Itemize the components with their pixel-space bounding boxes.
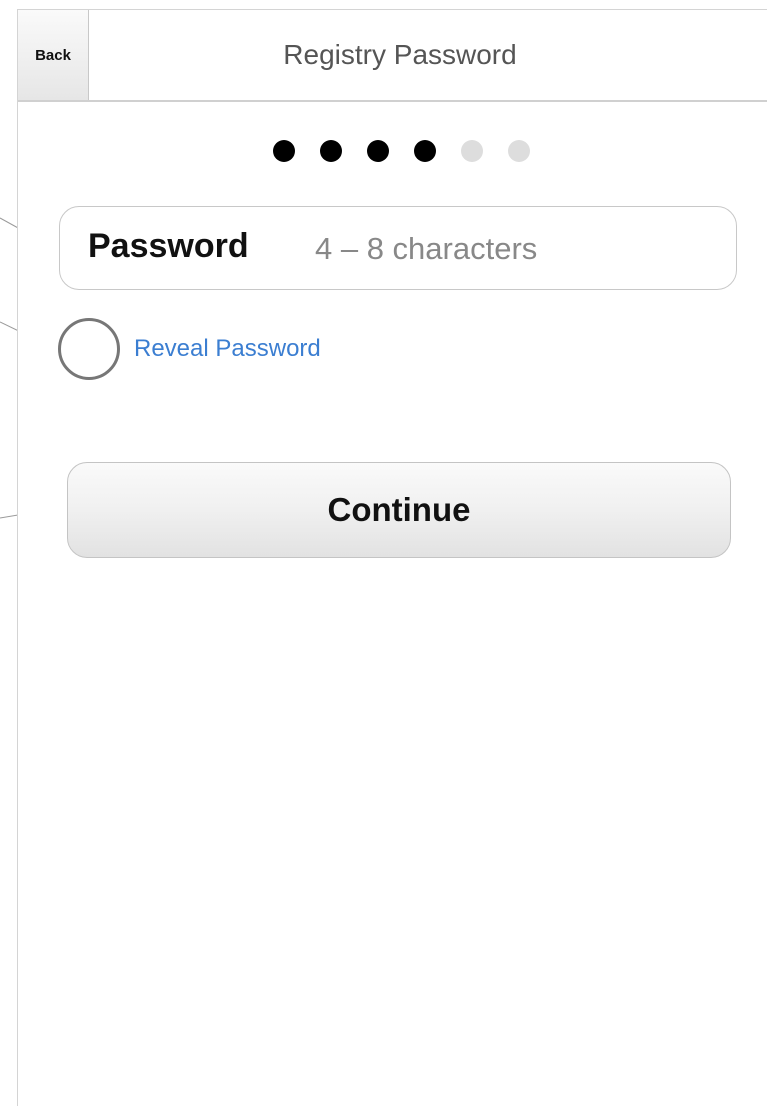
password-input[interactable] bbox=[315, 225, 695, 273]
progress-dot-complete bbox=[367, 140, 389, 162]
progress-dot-incomplete bbox=[508, 140, 530, 162]
progress-dot-complete bbox=[414, 140, 436, 162]
password-label: Password bbox=[88, 227, 249, 265]
phone-screen: Back Registry Password Password Reveal P… bbox=[17, 9, 767, 1106]
progress-dot-complete bbox=[273, 140, 295, 162]
password-field[interactable]: Password bbox=[59, 206, 737, 290]
navigation-bar: Back Registry Password bbox=[18, 10, 767, 102]
progress-dot-complete bbox=[320, 140, 342, 162]
reveal-password-label[interactable]: Reveal Password bbox=[134, 335, 321, 363]
progress-dot-incomplete bbox=[461, 140, 483, 162]
continue-button[interactable]: Continue bbox=[67, 462, 731, 558]
reveal-password-toggle[interactable] bbox=[58, 318, 120, 380]
step-progress-dots bbox=[273, 140, 530, 162]
back-button[interactable]: Back bbox=[18, 10, 89, 100]
reveal-password-row: Reveal Password bbox=[58, 316, 321, 382]
wireframe-canvas: Back Registry Password Password Reveal P… bbox=[0, 0, 767, 1106]
page-title: Registry Password bbox=[283, 39, 517, 70]
